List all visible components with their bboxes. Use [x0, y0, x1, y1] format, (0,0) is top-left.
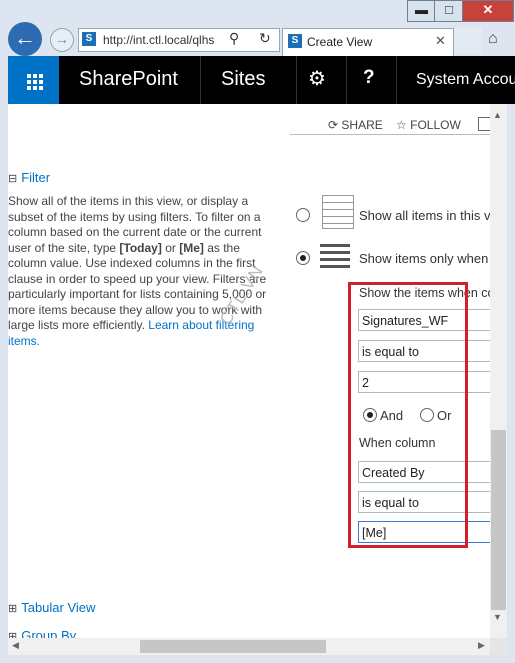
- forward-arrow-icon[interactable]: →: [50, 28, 74, 52]
- star-icon: ☆: [396, 118, 407, 132]
- horizontal-scroll-thumb[interactable]: [140, 640, 326, 653]
- help-icon[interactable]: ?: [363, 67, 375, 89]
- share-label: SHARE: [341, 118, 383, 132]
- tabular-view-section-toggle[interactable]: ⊞ Tabular View: [8, 600, 95, 615]
- divider: [290, 134, 490, 141]
- sharepoint-favicon-icon: S: [82, 32, 96, 46]
- back-arrow-icon[interactable]: ←: [8, 22, 42, 56]
- collapse-icon: ⊟: [8, 173, 18, 185]
- minimize-button[interactable]: ▬: [407, 0, 436, 22]
- filter-section-toggle[interactable]: ⊟ Filter: [8, 170, 50, 185]
- address-bar[interactable]: S http://int.ctl.local/qlhs ⚲ ↻: [78, 28, 280, 52]
- home-icon[interactable]: ⌂: [488, 30, 498, 48]
- divider: [200, 56, 201, 104]
- scroll-left-icon[interactable]: ◀: [12, 640, 19, 651]
- group-by-label: Group By: [21, 628, 77, 638]
- me-token: [Me]: [179, 240, 204, 255]
- share-icon: ⟳: [328, 118, 339, 132]
- close-window-button[interactable]: ✕: [462, 0, 514, 22]
- focus-mode-icon[interactable]: [478, 117, 490, 131]
- window-frame: [0, 56, 8, 656]
- sites-link[interactable]: Sites: [221, 68, 265, 91]
- show-all-items-label: Show all items in this view: [359, 208, 490, 223]
- scroll-right-icon[interactable]: ▶: [478, 640, 485, 651]
- expand-icon: ⊞: [8, 631, 18, 638]
- maximize-button[interactable]: □: [434, 0, 464, 22]
- app-launcher-icon[interactable]: [8, 56, 59, 104]
- filter-section-label: Filter: [21, 170, 51, 185]
- page-content: ⟳ SHARE ☆ FOLLOW ⊟ Filter Show all of the…: [8, 104, 490, 638]
- suite-bar: SharePoint Sites ⚙ ? System Account: [8, 56, 515, 104]
- gear-icon[interactable]: ⚙: [308, 66, 326, 91]
- expand-icon: ⊞: [8, 603, 18, 615]
- browser-tab[interactable]: S Create View ✕: [282, 28, 454, 56]
- highlight-annotation-box: [348, 282, 468, 548]
- filtered-items-icon: [320, 240, 350, 270]
- divider: [346, 56, 347, 104]
- sharepoint-brand[interactable]: SharePoint: [79, 68, 178, 91]
- scroll-down-icon[interactable]: ▼: [493, 612, 502, 622]
- tab-title: Create View: [307, 35, 373, 49]
- share-button[interactable]: ⟳ SHARE: [328, 118, 383, 132]
- all-items-grid-icon: [322, 195, 354, 229]
- window-frame: [507, 104, 515, 655]
- divider: [296, 56, 297, 104]
- follow-label: FOLLOW: [410, 118, 461, 132]
- show-items-only-when-label: Show items only when the following is tr…: [359, 251, 490, 266]
- close-tab-icon[interactable]: ✕: [435, 33, 446, 49]
- user-account-menu[interactable]: System Account: [416, 71, 515, 89]
- description-text: or: [161, 240, 180, 255]
- vertical-scroll-thumb[interactable]: [491, 430, 506, 610]
- show-all-items-radio[interactable]: [296, 208, 310, 222]
- new-tab-button[interactable]: [454, 28, 482, 54]
- window-frame: [0, 655, 515, 663]
- today-token: [Today]: [119, 240, 162, 255]
- tabular-view-label: Tabular View: [21, 600, 96, 615]
- scroll-up-icon[interactable]: ▲: [493, 110, 502, 120]
- sharepoint-favicon-icon: S: [288, 34, 302, 48]
- show-items-only-when-radio[interactable]: [296, 251, 310, 265]
- address-url[interactable]: http://int.ctl.local/qlhs: [103, 33, 228, 47]
- divider: [396, 56, 397, 104]
- group-by-section-toggle[interactable]: ⊞ Group By: [8, 628, 76, 638]
- scrollbar-corner: [490, 638, 507, 655]
- follow-button[interactable]: ☆ FOLLOW: [396, 118, 461, 132]
- refresh-icon[interactable]: ↻: [259, 30, 271, 47]
- search-icon[interactable]: ⚲: [229, 30, 239, 47]
